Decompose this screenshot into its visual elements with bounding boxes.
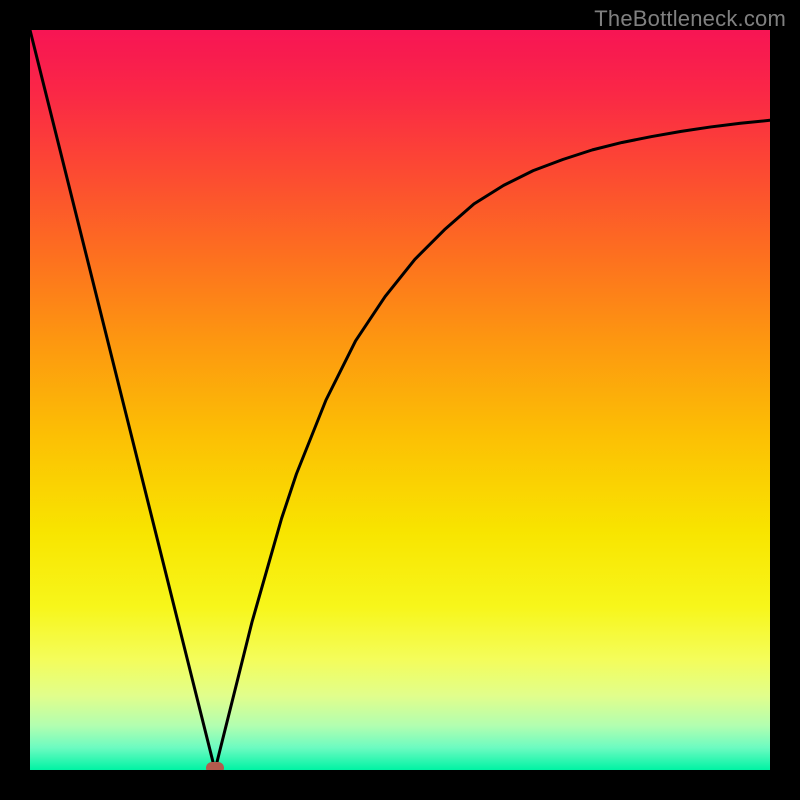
watermark-text: TheBottleneck.com [594, 6, 786, 32]
minimum-marker [206, 762, 224, 770]
plot-area [30, 30, 770, 770]
chart-container: TheBottleneck.com [0, 0, 800, 800]
bottleneck-curve [30, 30, 770, 770]
